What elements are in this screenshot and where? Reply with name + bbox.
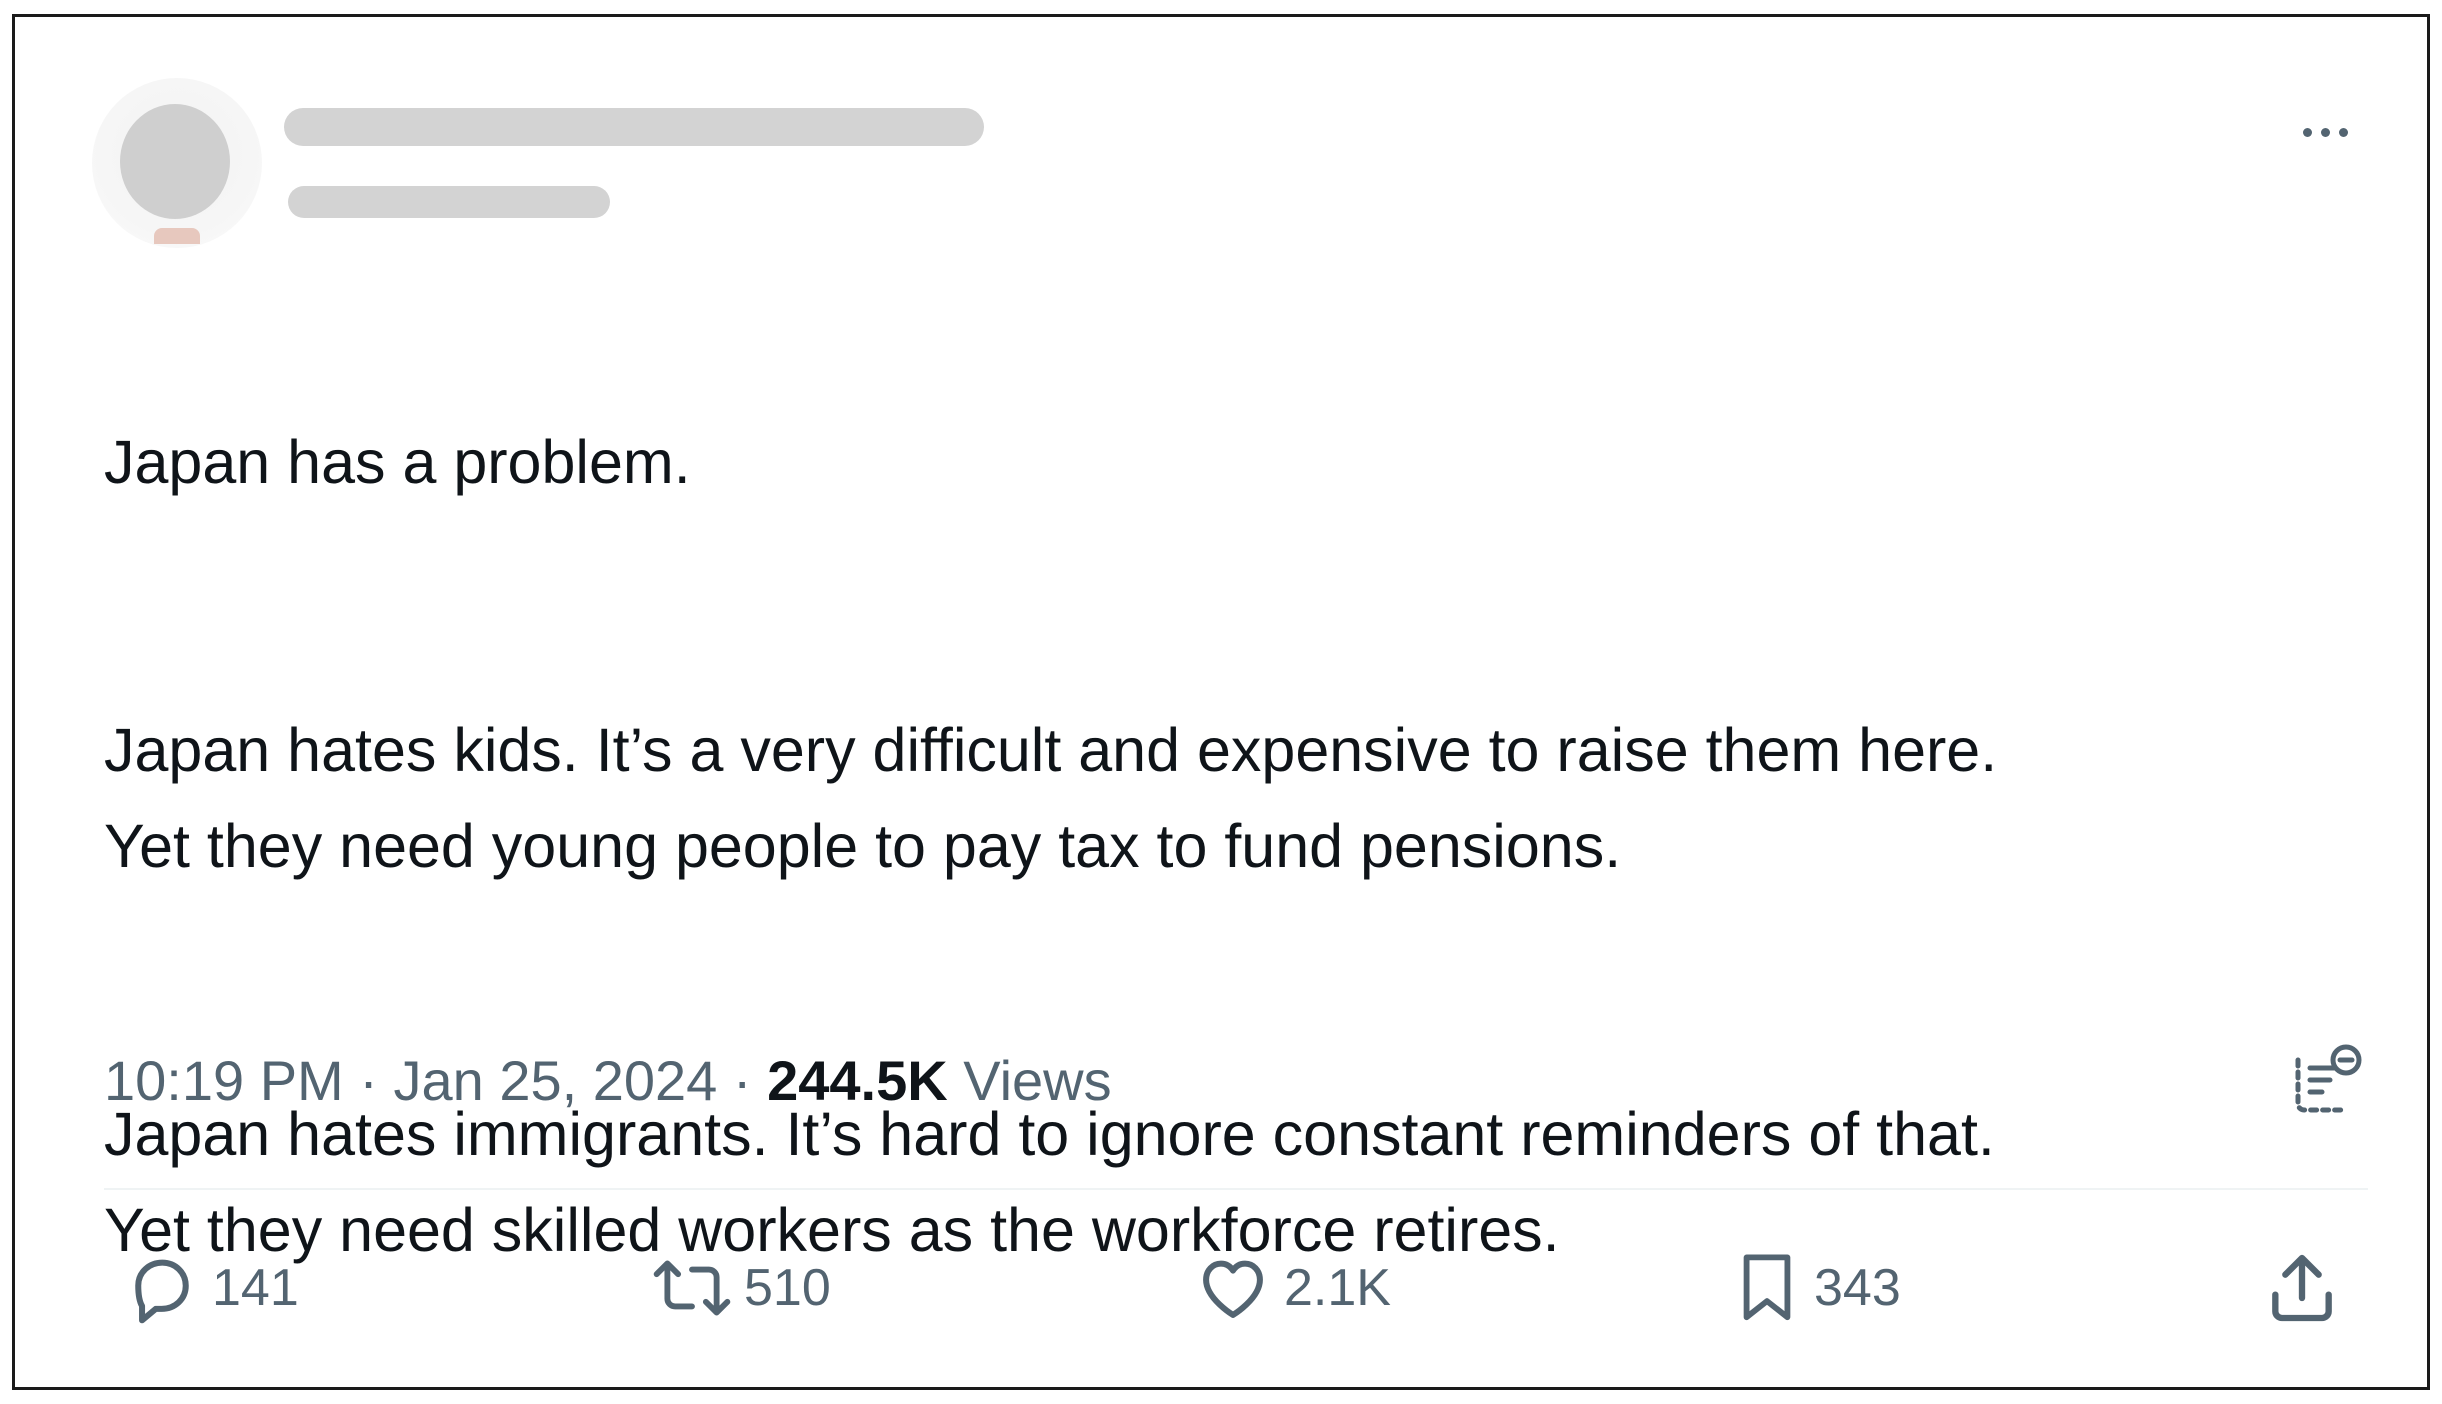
share-button[interactable]: [2262, 1248, 2342, 1328]
repost-icon: [652, 1250, 732, 1326]
reply-button[interactable]: 141: [124, 1248, 299, 1328]
repost-count: 510: [744, 1259, 831, 1317]
tweet-paragraph: Japan hates kids. It’s a very difficult …: [104, 716, 1998, 880]
heart-icon: [1194, 1250, 1272, 1326]
views-label: Views: [963, 1049, 1112, 1112]
share-icon: [2262, 1248, 2342, 1328]
tweet-date[interactable]: Jan 25, 2024: [393, 1049, 717, 1112]
reply-icon: [124, 1250, 200, 1326]
avatar-shoulder: [154, 228, 200, 244]
tweet-time[interactable]: 10:19 PM: [104, 1049, 344, 1112]
post-analytics-icon[interactable]: [2290, 1040, 2366, 1116]
tweet-text: Japan has a problem. Japan hates kids. I…: [104, 318, 2364, 1374]
author-display-name-redacted[interactable]: [284, 108, 984, 146]
meta-separator: ·: [359, 1049, 378, 1112]
divider: [104, 1188, 2368, 1190]
avatar-redaction: [120, 104, 230, 219]
author-handle-redacted[interactable]: [288, 186, 610, 218]
more-horizontal-icon-dot: [2320, 127, 2330, 137]
reply-count: 141: [212, 1259, 299, 1317]
views-count: 244.5K: [767, 1049, 948, 1112]
like-button[interactable]: 2.1K: [1194, 1248, 1391, 1328]
like-count: 2.1K: [1284, 1259, 1391, 1317]
tweet-paragraph: Japan has a problem.: [104, 428, 691, 496]
tweet-metadata: 10:19 PM · Jan 25, 2024 · 244.5K Views: [104, 1046, 1112, 1116]
more-horizontal-icon: [2302, 127, 2312, 137]
avatar[interactable]: [92, 78, 262, 248]
more-options-button[interactable]: [2290, 108, 2360, 156]
bookmark-count: 343: [1814, 1259, 1901, 1317]
more-horizontal-icon-dot: [2338, 127, 2348, 137]
meta-separator: ·: [732, 1049, 752, 1112]
bookmark-button[interactable]: 343: [1732, 1248, 1901, 1328]
repost-button[interactable]: 510: [652, 1248, 831, 1328]
bookmark-icon: [1732, 1248, 1802, 1328]
